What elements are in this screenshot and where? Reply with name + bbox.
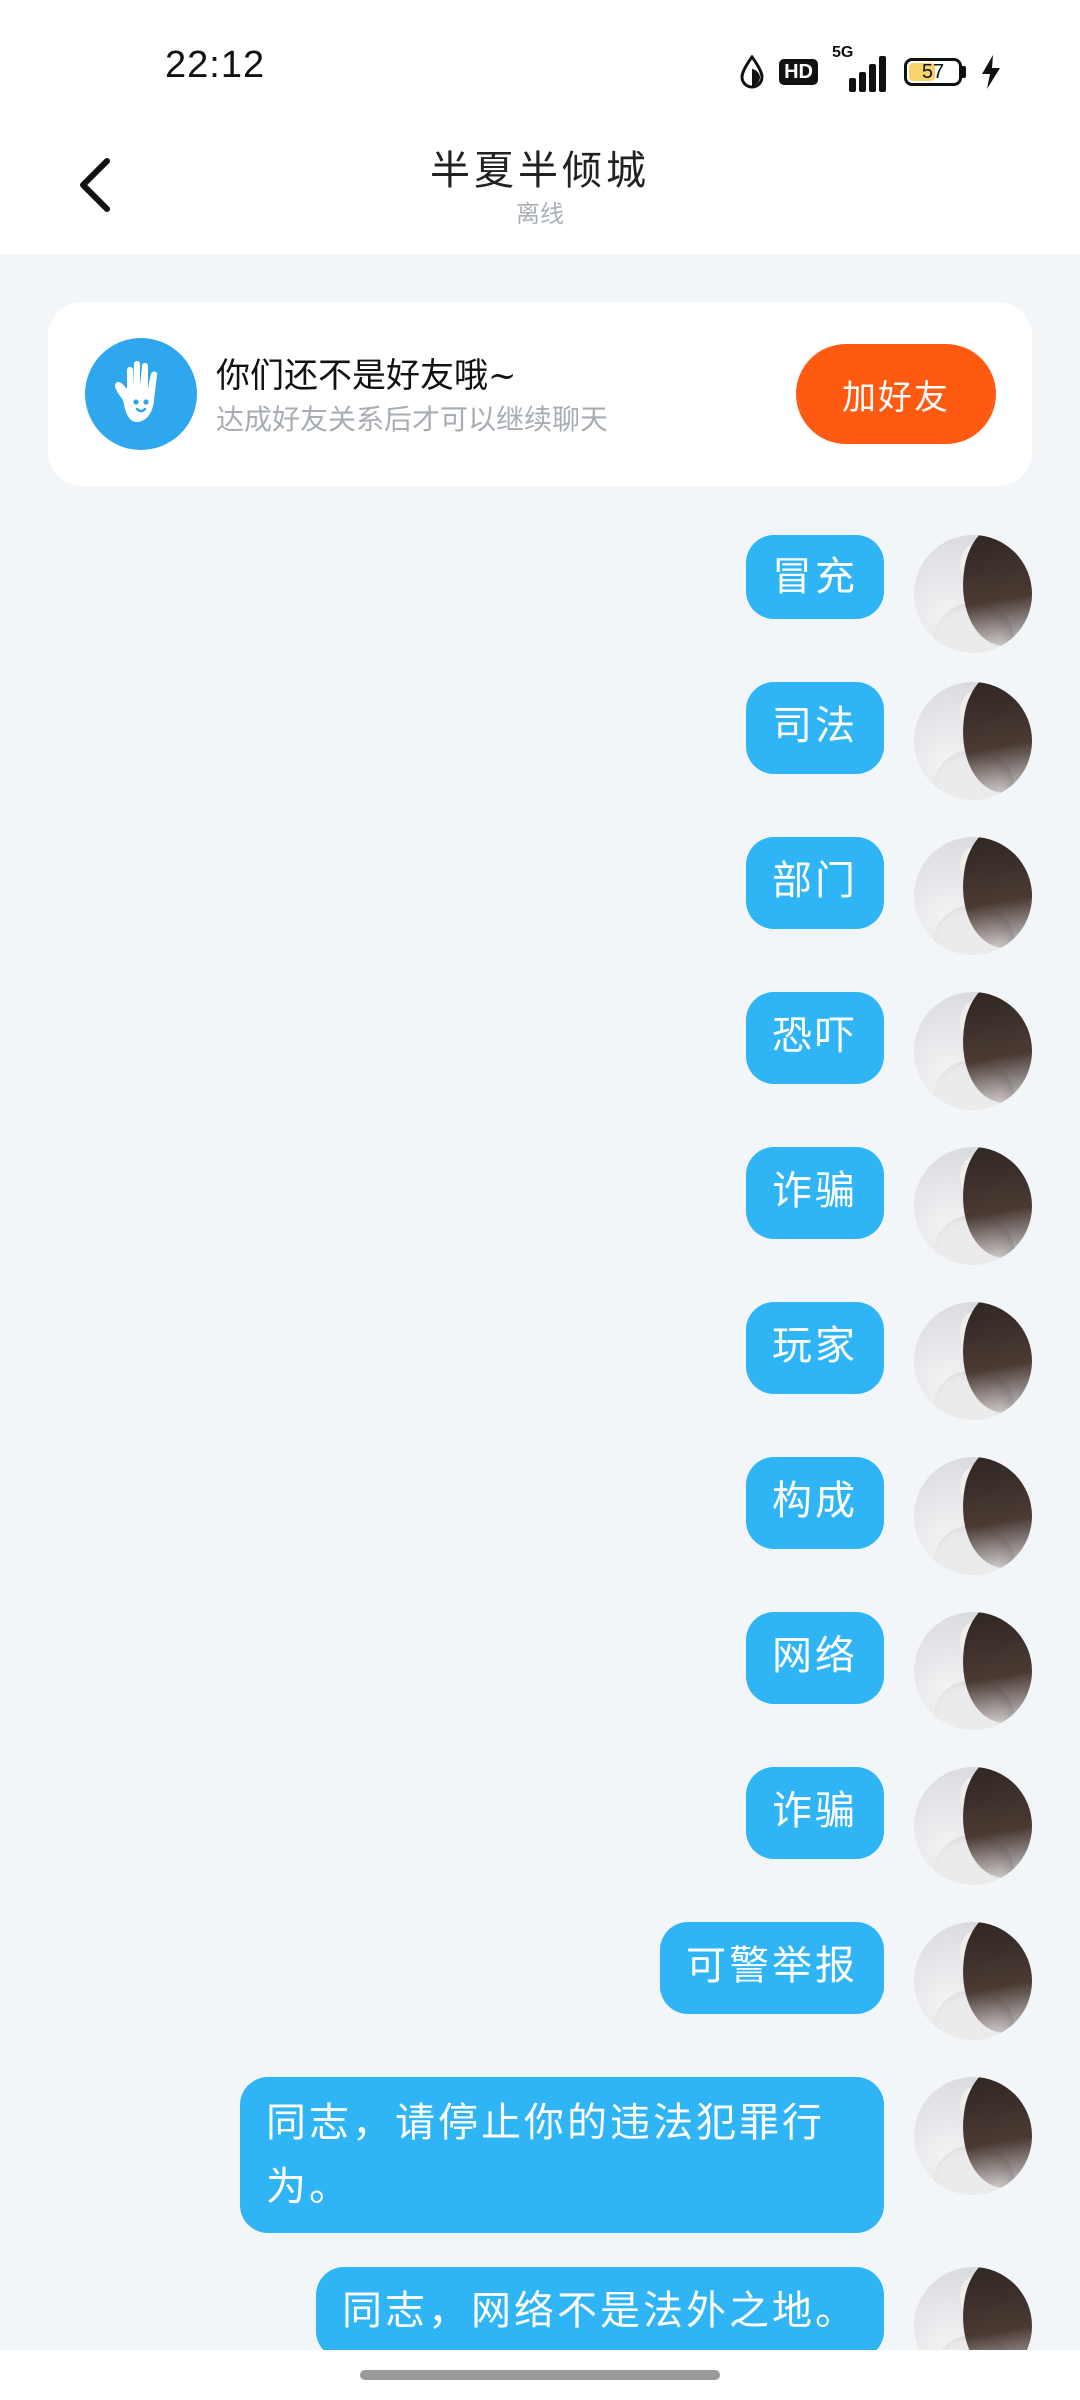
avatar[interactable]	[914, 535, 1032, 653]
message-row: 恐吓	[746, 992, 1032, 1110]
message-row: 冒充	[746, 535, 1032, 653]
message-bubble[interactable]: 同志，请停止你的违法犯罪行为。	[240, 2077, 884, 2233]
message-bubble[interactable]: 可警举报	[660, 1922, 884, 2014]
message-bubble[interactable]: 恐吓	[746, 992, 884, 1084]
waving-hand-icon	[85, 338, 197, 450]
message-row: 玩家	[746, 1302, 1032, 1420]
message-bubble[interactable]: 部门	[746, 837, 884, 929]
network-type: 5G	[832, 44, 854, 61]
message-row: 部门	[746, 837, 1032, 955]
status-bar: 22:12 HD 5G 57	[0, 0, 1080, 120]
status-time: 22:12	[165, 44, 266, 86]
avatar[interactable]	[914, 1457, 1032, 1575]
message-bubble[interactable]: 诈骗	[746, 1767, 884, 1859]
avatar[interactable]	[914, 992, 1032, 1110]
avatar[interactable]	[914, 1302, 1032, 1420]
navigation-bar	[0, 2350, 1080, 2400]
card-subtitle: 达成好友关系后才可以继续聊天	[216, 403, 609, 436]
avatar[interactable]	[914, 1147, 1032, 1265]
card-title: 你们还不是好友哦~	[216, 356, 517, 396]
charging-icon	[982, 55, 1000, 89]
message-bubble[interactable]: 构成	[746, 1457, 884, 1549]
data-saver-icon	[740, 55, 764, 89]
message-bubble[interactable]: 网络	[746, 1612, 884, 1704]
home-indicator[interactable]	[360, 2370, 720, 2380]
friend-request-card: 你们还不是好友哦~ 达成好友关系后才可以继续聊天 加好友	[48, 302, 1032, 486]
battery-icon: 57	[904, 58, 962, 86]
avatar[interactable]	[914, 2267, 1032, 2350]
chat-title: 半夏半倾城	[430, 148, 650, 194]
online-status: 离线	[516, 200, 564, 228]
hd-badge: HD	[779, 59, 818, 85]
message-bubble[interactable]: 冒充	[746, 535, 884, 619]
message-list[interactable]: 冒充 司法 部门 恐吓 诈骗 玩家 构成 网络 诈骗 可警举报 同志，请停止你的	[0, 535, 1080, 2350]
avatar[interactable]	[914, 1767, 1032, 1885]
battery-level: 57	[921, 61, 945, 83]
battery-indicator: 57	[904, 58, 966, 86]
avatar[interactable]	[914, 682, 1032, 800]
signal-icon: 5G	[832, 44, 890, 92]
status-icons: HD 5G 57	[739, 44, 1002, 94]
message-row: 诈骗	[746, 1147, 1032, 1265]
message-row: 诈骗	[746, 1767, 1032, 1885]
message-row: 构成	[746, 1457, 1032, 1575]
avatar[interactable]	[914, 837, 1032, 955]
message-row: 同志，请停止你的违法犯罪行为。	[240, 2077, 1032, 2233]
avatar[interactable]	[914, 2077, 1032, 2195]
add-friend-button[interactable]: 加好友	[796, 344, 996, 444]
message-row: 可警举报	[660, 1922, 1032, 2040]
chat-header: 半夏半倾城 离线	[0, 120, 1080, 254]
message-row: 司法	[746, 682, 1032, 800]
message-row: 同志，网络不是法外之地。	[316, 2267, 1032, 2350]
message-bubble[interactable]: 同志，网络不是法外之地。	[316, 2267, 884, 2350]
message-bubble[interactable]: 司法	[746, 682, 884, 774]
message-row: 网络	[746, 1612, 1032, 1730]
avatar[interactable]	[914, 1612, 1032, 1730]
message-bubble[interactable]: 诈骗	[746, 1147, 884, 1239]
message-bubble[interactable]: 玩家	[746, 1302, 884, 1394]
avatar[interactable]	[914, 1922, 1032, 2040]
